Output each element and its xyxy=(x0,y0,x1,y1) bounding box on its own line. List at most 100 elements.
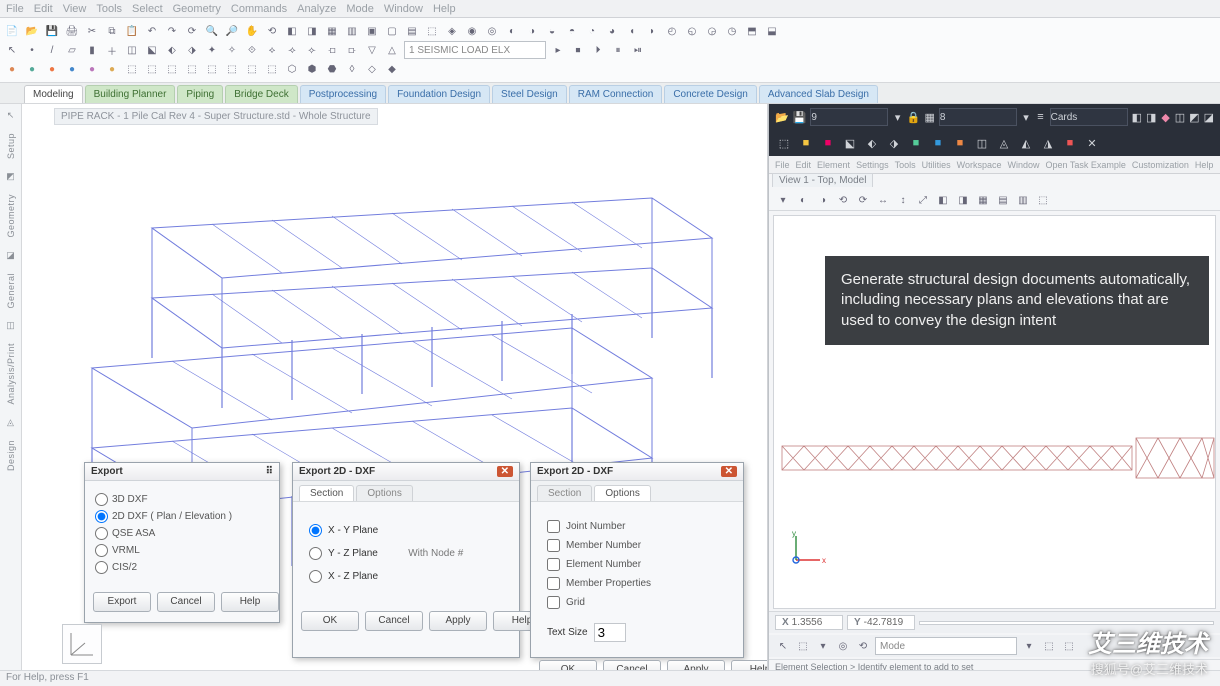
tb3-icon-10[interactable]: ⬚ xyxy=(184,61,200,77)
palette-icon-4[interactable]: ◫ xyxy=(6,320,15,331)
toolbar-icon-34[interactable]: ◴ xyxy=(664,23,680,39)
export-opt-2[interactable] xyxy=(95,527,108,540)
export-button[interactable]: Export xyxy=(93,592,151,612)
menu-analyze[interactable]: Analyze xyxy=(297,3,336,15)
ra2-icon-13[interactable]: ◮ xyxy=(1039,134,1057,152)
ra-chevron-2-icon[interactable]: ▾ xyxy=(1021,108,1031,126)
ra2-icon-12[interactable]: ◭ xyxy=(1017,134,1035,152)
menu-tools[interactable]: Tools xyxy=(96,3,122,15)
tb3-icon-12[interactable]: ⬚ xyxy=(224,61,240,77)
select-cursor-icon[interactable]: ↖ xyxy=(4,42,20,58)
pan-icon[interactable]: ✋ xyxy=(244,23,260,39)
toolbar-icon-29[interactable]: ◓ xyxy=(564,23,580,39)
toolbar-icon-25[interactable]: ◎ xyxy=(484,23,500,39)
grid-icon[interactable]: ▤ xyxy=(404,23,420,39)
wire-icon[interactable]: ▢ xyxy=(384,23,400,39)
export-opt-4[interactable] xyxy=(95,561,108,574)
page-tab-setup[interactable]: Setup xyxy=(6,133,16,159)
toolbar2-icon-12[interactable]: ✧ xyxy=(224,42,240,58)
ra2-icon-6[interactable]: ⬗ xyxy=(885,134,903,152)
toolbar2-icon-25[interactable]: ⏯ xyxy=(630,42,646,58)
mode-tab-steel-design[interactable]: Steel Design xyxy=(492,85,567,103)
rv-icon-12[interactable]: ▤ xyxy=(995,192,1011,208)
toolbar2-icon-10[interactable]: ⬗ xyxy=(184,42,200,58)
export2d-a-close-icon[interactable]: ✕ xyxy=(497,466,513,477)
ra-lock-icon[interactable]: 🔒 xyxy=(907,108,921,126)
plate-icon[interactable]: ▱ xyxy=(64,42,80,58)
menu-commands[interactable]: Commands xyxy=(231,3,287,15)
beam-icon[interactable]: / xyxy=(44,42,60,58)
export2d-chk-1[interactable] xyxy=(547,539,560,552)
menu-geometry[interactable]: Geometry xyxy=(173,3,221,15)
toolbar-icon-23[interactable]: ◈ xyxy=(444,23,460,39)
toolbar-icon-28[interactable]: ◒ xyxy=(544,23,560,39)
rmenu-settings[interactable]: Settings xyxy=(856,160,889,170)
tb3-icon-13[interactable]: ⬚ xyxy=(244,61,260,77)
rb-icon-4[interactable]: ◎ xyxy=(835,638,851,654)
plane-xz-radio[interactable] xyxy=(309,570,322,583)
tb3-icon-6[interactable]: ● xyxy=(104,61,120,77)
rv-icon-9[interactable]: ◧ xyxy=(935,192,951,208)
export-help-button[interactable]: Help xyxy=(221,592,279,612)
menu-mode[interactable]: Mode xyxy=(346,3,374,15)
toolbar-icon-39[interactable]: ⬓ xyxy=(764,23,780,39)
tb3-icon-5[interactable]: ● xyxy=(84,61,100,77)
toolbar2-icon-23[interactable]: ⏵ xyxy=(590,42,606,58)
ra2-icon-9[interactable]: ■ xyxy=(951,134,969,152)
front-icon[interactable]: ◨ xyxy=(304,23,320,39)
toolbar-icon-38[interactable]: ⬒ xyxy=(744,23,760,39)
rv-icon-11[interactable]: ▦ xyxy=(975,192,991,208)
mode-tab-modeling[interactable]: Modeling xyxy=(24,85,83,103)
toolbar-icon-26[interactable]: ◐ xyxy=(504,23,520,39)
ra2-icon-8[interactable]: ■ xyxy=(929,134,947,152)
new-icon[interactable]: 📄 xyxy=(4,23,20,39)
ra-tool-d-icon[interactable]: ◩ xyxy=(1189,108,1199,126)
tb3-icon-9[interactable]: ⬚ xyxy=(164,61,180,77)
toolbar2-icon-8[interactable]: ⬕ xyxy=(144,42,160,58)
toolbar2-icon-24[interactable]: ⏸ xyxy=(610,42,626,58)
export2d-b-tab-section[interactable]: Section xyxy=(537,485,592,501)
save-icon[interactable]: 💾 xyxy=(44,23,60,39)
rmenu-example[interactable]: Open Task Example xyxy=(1046,160,1126,170)
toolbar-icon-33[interactable]: ◗ xyxy=(644,23,660,39)
ra-open-icon[interactable]: 📂 xyxy=(775,108,789,126)
zoom-out-icon[interactable]: 🔎 xyxy=(224,23,240,39)
export-opt-0[interactable] xyxy=(95,493,108,506)
open-icon[interactable]: 📂 xyxy=(24,23,40,39)
toolbar2-icon-22[interactable]: ⏹ xyxy=(570,42,586,58)
tb3-icon-19[interactable]: ◇ xyxy=(364,61,380,77)
toolbar2-icon-19[interactable]: ▽ xyxy=(364,42,380,58)
add-plate-icon[interactable]: ◫ xyxy=(124,42,140,58)
zoom-in-icon[interactable]: 🔍 xyxy=(204,23,220,39)
ra2-icon-15[interactable]: ✕ xyxy=(1083,134,1101,152)
right-2d-view[interactable]: Generate structural design documents aut… xyxy=(773,215,1216,609)
export-opt-1[interactable] xyxy=(95,510,108,523)
tb3-icon-17[interactable]: ⬣ xyxy=(324,61,340,77)
toolbar2-icon-14[interactable]: ⟡ xyxy=(264,42,280,58)
toolbar-icon-35[interactable]: ◵ xyxy=(684,23,700,39)
ra2-icon-7[interactable]: ■ xyxy=(907,134,925,152)
rb-mode-selector[interactable] xyxy=(875,637,1017,655)
export2d-b-close-icon[interactable]: ✕ xyxy=(721,466,737,477)
ra2-icon-10[interactable]: ◫ xyxy=(973,134,991,152)
menu-edit[interactable]: Edit xyxy=(34,3,53,15)
rb-icon-8[interactable]: ⬚ xyxy=(1061,638,1077,654)
toolbar-icon-31[interactable]: ◕ xyxy=(604,23,620,39)
toolbar2-icon-18[interactable]: ⟥ xyxy=(344,42,360,58)
plane-xy-radio[interactable] xyxy=(309,524,322,537)
rv-icon-14[interactable]: ⬚ xyxy=(1035,192,1051,208)
ra2-icon-2[interactable]: ■ xyxy=(797,134,815,152)
tb3-icon-8[interactable]: ⬚ xyxy=(144,61,160,77)
toolbar-icon-37[interactable]: ◷ xyxy=(724,23,740,39)
ra-align-icon[interactable]: ≡ xyxy=(1035,108,1045,126)
export2d-chk-2[interactable] xyxy=(547,558,560,571)
toolbar-icon-24[interactable]: ◉ xyxy=(464,23,480,39)
text-size-input[interactable] xyxy=(594,623,626,642)
toolbar2-icon-16[interactable]: ⟣ xyxy=(304,42,320,58)
mode-tab-ram-connection[interactable]: RAM Connection xyxy=(569,85,663,103)
menu-select[interactable]: Select xyxy=(132,3,163,15)
node-icon[interactable]: • xyxy=(24,42,40,58)
rb-icon-1[interactable]: ↖ xyxy=(775,638,791,654)
ra-save-icon[interactable]: 💾 xyxy=(793,108,807,126)
undo-icon[interactable]: ↶ xyxy=(144,23,160,39)
